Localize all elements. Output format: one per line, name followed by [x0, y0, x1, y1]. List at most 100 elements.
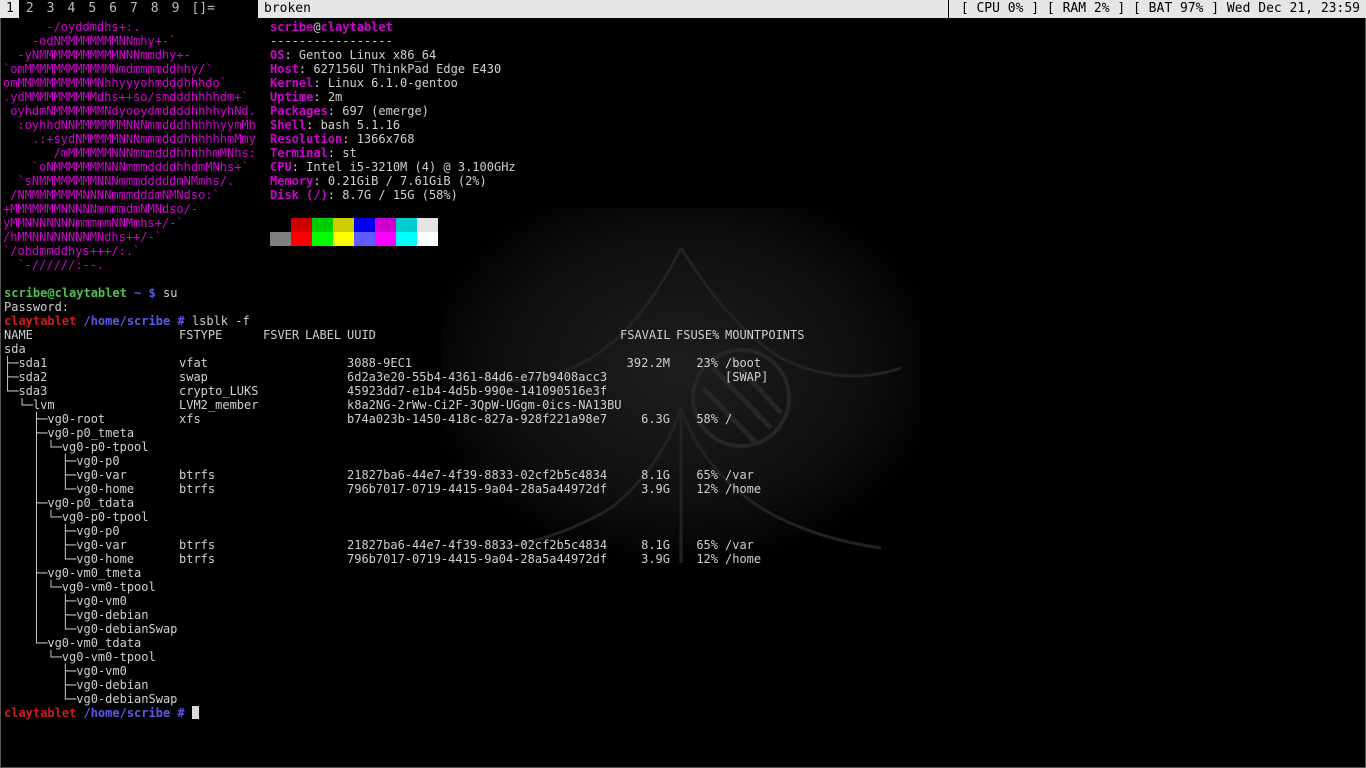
logo-line: `sNMMMMMMMMNNNmmmdddddmNMmhs/.: [3, 174, 235, 188]
info-row: Uptime: 2m: [270, 90, 343, 104]
color-swatch: [270, 232, 291, 246]
logo-line: `omMMMMMMMMMMMMNmdmmmmddhhy/`: [3, 62, 213, 76]
info-key: Shell: [270, 118, 307, 132]
info-key: Uptime: [270, 90, 314, 104]
cell-uuid: 796b7017-0719-4415-9a04-28a5a44972df: [347, 482, 608, 496]
cell-name: ├─vg0-p0_tmeta: [4, 426, 135, 440]
logo-line: /hMMNNNNNNNNMNdhs++/-`: [3, 230, 162, 244]
info-value: 8.7G / 15G (58%): [342, 188, 458, 202]
palette-row-bright: [270, 232, 438, 246]
prompt-user: scribe@claytablet: [4, 286, 127, 300]
info-key: Disk (/): [270, 188, 328, 202]
logo-line: oyhdmNMMMMMMMNdyooydmddddhhhhyhNd.: [3, 104, 256, 118]
prompt-path: /home/scribe: [83, 706, 171, 720]
terminal-window[interactable]: -/oyddmdhs+:. -odNMMMMMMMMNNmhy+-` -yNMM…: [0, 18, 1366, 768]
cell-fsavail: 3.9G: [641, 552, 670, 566]
info-key: Memory: [270, 174, 314, 188]
cell-fstype: swap: [179, 370, 208, 384]
tag-1[interactable]: 1: [0, 0, 19, 18]
cell-name: ├─sda1: [4, 356, 48, 370]
color-swatch: [291, 218, 312, 232]
tag-9[interactable]: 9: [165, 0, 186, 18]
prompt-line-root: claytablet /home/scribe # lsblk -f: [4, 314, 250, 328]
cell-name: └─vg0-vm0_tdata: [4, 636, 142, 650]
logo-line: /NMMMMMMMMNNNNmmmdddmNMNdso:`: [3, 188, 220, 202]
cell-uuid: 6d2a3e20-55b4-4361-84d6-e77b9408acc3: [347, 370, 608, 384]
tag-6[interactable]: 6: [102, 0, 123, 18]
status-bar: 1 2 3 4 5 6 7 8 9 []= broken [ CPU 0% ] …: [0, 0, 1366, 18]
cell-name: │ ├─vg0-var: [4, 538, 127, 552]
cell-uuid: 796b7017-0719-4415-9a04-28a5a44972df: [347, 552, 608, 566]
info-value: 0.21GiB / 7.61GiB (2%): [327, 174, 487, 188]
cell-mountpoint: /: [725, 412, 733, 426]
prompt-path: /home/scribe: [83, 314, 171, 328]
cell-fsuse: 65%: [696, 468, 718, 482]
logo-line: -/oyddmdhs+:.: [3, 20, 141, 34]
lsblk-header: NAME FSTYPE FSVER LABEL UUID FSAVAIL FSU…: [4, 328, 804, 342]
logo-line: omMMMMMMMMMMMNhhyyyohmdddhhhdo`: [3, 76, 227, 90]
color-swatch: [375, 218, 396, 232]
info-key: Packages: [270, 104, 328, 118]
cell-mountpoint: /var: [725, 468, 754, 482]
table-row: ├─sda1 vfat 3088-9EC1 392.2M 23% /boot: [4, 356, 761, 370]
command-text: su: [163, 286, 178, 300]
cell-fsuse: 12%: [696, 482, 718, 496]
table-row: ├─sda2 swap 6d2a3e20-55b4-4361-84d6-e77b94…: [4, 370, 768, 384]
cell-uuid: 21827ba6-44e7-4f39-8833-02cf2b5c4834: [347, 538, 608, 552]
cell-fsuse: 23%: [696, 356, 718, 370]
logo-line: .ydMMMMMMMMMMdhs++so/smdddhhhhdm+`: [3, 90, 249, 104]
cell-fstype: crypto_LUKS: [179, 384, 259, 398]
cell-name: │ └─vg0-vm0-tpool: [4, 580, 156, 594]
password-prompt: Password:: [4, 300, 70, 314]
cell-fsuse: 65%: [696, 538, 718, 552]
info-key: Kernel: [270, 76, 314, 90]
cell-name: ├─vg0-p0_tdata: [4, 496, 135, 510]
info-value: 627156U ThinkPad Edge E430: [313, 62, 502, 76]
cell-fsavail: 392.2M: [626, 356, 670, 370]
prompt-symbol: #: [177, 706, 185, 720]
color-swatch: [396, 232, 417, 246]
logo-line: .:+sydNMMMMMNNNmmmdddhhhhhhmMmy: [3, 132, 256, 146]
logo-line: `oNMMMMMMMNNNmmmddddhhdmMNhs+`: [3, 160, 249, 174]
cell-fstype: btrfs: [179, 482, 216, 496]
table-row: ├─vg0-debian: [4, 678, 250, 692]
tag-5[interactable]: 5: [81, 0, 102, 18]
col-fsavail: FSAVAIL: [620, 328, 671, 342]
cell-name: ├─vg0-vm0: [4, 664, 127, 678]
table-row: └─vg0-vm0_tdata: [4, 636, 250, 650]
cell-name: ├─sda2: [4, 370, 48, 384]
cell-uuid: b74a023b-1450-418c-827a-928f221a98e7: [347, 412, 608, 426]
cell-uuid: 3088-9EC1: [347, 356, 413, 370]
logo-line: -yNMMMMMMMMMMMNNNmmdhy+-: [3, 48, 191, 62]
col-mountpoints: MOUNTPOINTS: [725, 328, 805, 342]
cell-name: ├─vg0-vm0_tmeta: [4, 566, 142, 580]
tag-8[interactable]: 8: [144, 0, 165, 18]
cell-name: ├─vg0-root: [4, 412, 106, 426]
tag-2[interactable]: 2: [19, 0, 40, 18]
command-text: lsblk -f: [191, 314, 250, 328]
cell-fsuse: 58%: [696, 412, 718, 426]
info-key: CPU: [270, 160, 292, 174]
color-swatch: [333, 218, 354, 232]
tag-4[interactable]: 4: [60, 0, 81, 18]
tag-7[interactable]: 7: [123, 0, 144, 18]
layout-indicator[interactable]: []=: [185, 0, 220, 18]
table-row: └─vg0-debianSwap: [4, 692, 250, 706]
text-cursor[interactable]: [191, 706, 199, 719]
info-value: 2m: [327, 90, 343, 104]
color-swatch: [333, 232, 354, 246]
cell-uuid: 45923dd7-e1b4-4d5b-990e-141090516e3f: [347, 384, 608, 398]
info-row: OS: Gentoo Linux x86_64: [270, 48, 437, 62]
col-fsuse: FSUSE%: [676, 328, 720, 342]
info-row: Kernel: Linux 6.1.0-gentoo: [270, 76, 458, 90]
cell-uuid: k8a2NG-2rWw-Ci2F-3QpW-UGgm-0ics-NA13BU: [347, 398, 622, 412]
shell-output: scribe@claytablet ~ $ su Password: clayt…: [4, 286, 804, 720]
table-row: └─vg0-vm0-tpool: [4, 650, 250, 664]
table-row: │ └─vg0-home btrfs 796b7017-0719-4415-9a04…: [4, 552, 761, 566]
tag-3[interactable]: 3: [40, 0, 61, 18]
info-value: Gentoo Linux x86_64: [298, 48, 437, 62]
cell-mountpoint: /var: [725, 538, 754, 552]
col-fstype: FSTYPE: [179, 328, 223, 342]
info-separator: -----------------: [270, 34, 393, 48]
cell-fsavail: 8.1G: [641, 468, 670, 482]
